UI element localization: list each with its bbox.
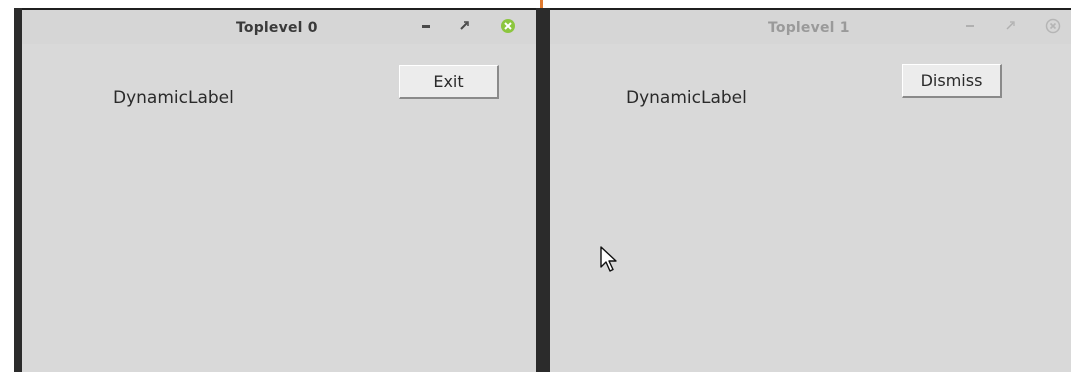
dynamic-label: DynamicLabel (113, 88, 234, 108)
desktop: Toplevel 0 DynamicLabel Exit Toplevel 1 (0, 0, 1071, 372)
toplevel-1-content: DynamicLabel Dismiss (550, 44, 1071, 372)
toplevel-1-titlebar[interactable]: Toplevel 1 (550, 8, 1071, 46)
toplevel-0-content: DynamicLabel Exit (22, 44, 536, 372)
close-icon[interactable] (500, 18, 516, 34)
close-icon[interactable] (1045, 18, 1061, 34)
mouse-pointer-icon (600, 246, 617, 272)
exit-button[interactable]: Exit (399, 65, 499, 99)
dynamic-label: DynamicLabel (626, 88, 747, 108)
window-title: Toplevel 1 (768, 20, 850, 36)
minimize-icon[interactable] (963, 18, 979, 34)
panel-accent-mark (540, 0, 543, 8)
toplevel-0-window: Toplevel 0 DynamicLabel Exit (14, 8, 544, 372)
toplevel-1-window: Toplevel 1 DynamicLabel Dismiss (542, 8, 1071, 372)
maximize-icon[interactable] (1002, 18, 1018, 34)
minimize-icon[interactable] (419, 18, 435, 34)
dismiss-button[interactable]: Dismiss (902, 64, 1002, 98)
toplevel-0-titlebar[interactable]: Toplevel 0 (22, 8, 536, 46)
window-title: Toplevel 0 (236, 20, 318, 36)
maximize-icon[interactable] (456, 18, 472, 34)
